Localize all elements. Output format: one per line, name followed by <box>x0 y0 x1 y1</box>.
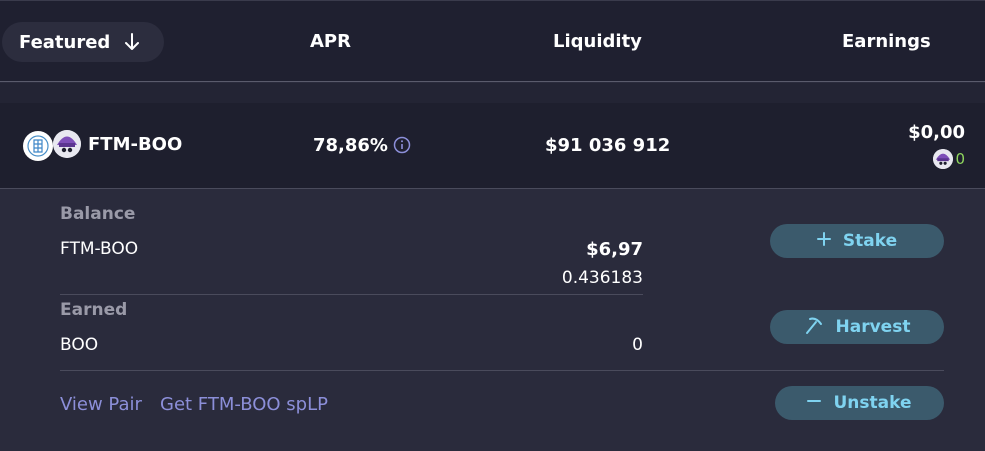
farm-row[interactable]: FTM-BOO 78,86% $91 036 912 $0,00 0 <box>0 103 985 189</box>
sort-dropdown-button[interactable]: Featured <box>2 22 164 62</box>
pair-name: FTM-BOO <box>88 134 183 155</box>
unstake-button[interactable]: Unstake <box>775 386 944 420</box>
liquidity-value: $91 036 912 <box>545 135 671 156</box>
earned-amount: 0 <box>632 335 643 355</box>
earned-token: BOO <box>60 335 99 355</box>
pickaxe-icon <box>804 315 824 340</box>
plus-icon <box>816 231 831 251</box>
sort-label: Featured <box>19 31 111 53</box>
apr-value: 78,86% <box>313 135 388 156</box>
info-icon[interactable] <box>393 136 411 154</box>
stake-button[interactable]: Stake <box>770 224 944 258</box>
earnings-usd: $0,00 <box>908 122 965 143</box>
boo-token-icon <box>53 130 81 158</box>
divider <box>60 294 643 295</box>
stake-label: Stake <box>842 231 898 251</box>
divider <box>60 370 944 371</box>
harvest-button[interactable]: Harvest <box>770 310 944 344</box>
get-lp-link[interactable]: Get FTM-BOO spLP <box>160 394 328 415</box>
boo-token-icon <box>933 149 954 169</box>
apr-column-header[interactable]: APR <box>310 31 351 52</box>
view-pair-link[interactable]: View Pair <box>60 394 142 415</box>
table-header: Featured APR Liquidity Earnings <box>0 0 985 82</box>
earnings-token-amount: 0 <box>955 150 965 168</box>
balance-token: FTM-BOO <box>60 239 139 259</box>
farm-details-panel: Balance FTM-BOO $6,97 0.436183 Earned BO… <box>0 190 985 451</box>
minus-icon <box>807 393 822 413</box>
balance-label: Balance <box>60 204 136 224</box>
ftm-token-icon <box>23 131 53 161</box>
liquidity-column-header[interactable]: Liquidity <box>553 31 642 52</box>
unstake-label: Unstake <box>833 393 912 413</box>
balance-usd: $6,97 <box>586 239 643 260</box>
arrow-down-icon <box>124 33 140 51</box>
harvest-label: Harvest <box>835 317 911 337</box>
header-spacer <box>0 83 985 103</box>
earned-label: Earned <box>60 300 128 320</box>
earnings-column-header[interactable]: Earnings <box>842 31 931 52</box>
earnings-token: 0 <box>933 149 965 169</box>
balance-amount: 0.436183 <box>561 268 643 288</box>
